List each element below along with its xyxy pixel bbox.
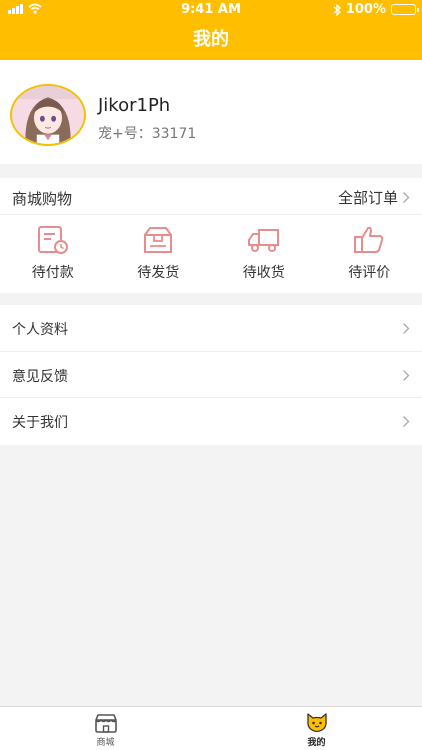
- box-icon: [144, 227, 173, 253]
- chevron-right-icon: [403, 323, 410, 334]
- page-title: 我的: [193, 29, 229, 50]
- shop-header: 商城购物 全部订单: [0, 178, 422, 215]
- avatar-image: [12, 86, 84, 144]
- menu-item-label: 个人资料: [12, 322, 68, 338]
- order-label: 待发货: [137, 265, 180, 281]
- battery-percent: 100%: [345, 2, 386, 17]
- chevron-right-icon: [403, 416, 410, 427]
- menu-item-feedback[interactable]: 意见反馈: [0, 352, 422, 398]
- order-pending-payment[interactable]: 待付款: [0, 216, 106, 293]
- tab-label: 商城: [96, 738, 115, 748]
- shop-title: 商城购物: [12, 190, 73, 208]
- menu-item-label: 关于我们: [12, 415, 68, 431]
- order-status-row: 待付款 待发货 待收货 待评价: [0, 216, 422, 293]
- nav-bar: 我的: [0, 20, 422, 60]
- tab-bar: 商城 我的: [0, 706, 422, 750]
- pet-id: 宠+号：33171: [98, 126, 197, 142]
- all-orders-label: 全部订单: [337, 189, 398, 207]
- tab-store[interactable]: 商城: [0, 707, 211, 750]
- menu-list: 个人资料 意见反馈 关于我们: [0, 305, 422, 445]
- order-label: 待付款: [31, 265, 74, 281]
- tab-mine[interactable]: 我的: [211, 707, 422, 750]
- username: Jikor1Ph: [98, 95, 171, 116]
- pending-payment-icon: [37, 226, 68, 254]
- profile-card[interactable]: Jikor1Ph 宠+号：33171: [0, 60, 422, 164]
- menu-item-about[interactable]: 关于我们: [0, 398, 422, 445]
- status-right: 100%: [333, 2, 419, 17]
- cat-face-icon: [306, 713, 327, 733]
- tab-label: 我的: [307, 738, 326, 748]
- avatar[interactable]: [10, 84, 86, 146]
- status-bar: 9:41 AM 100%: [0, 0, 422, 20]
- order-to-ship[interactable]: 待发货: [106, 216, 212, 293]
- truck-icon: [247, 229, 279, 252]
- order-to-review[interactable]: 待评价: [317, 216, 422, 293]
- chevron-right-icon: [403, 192, 410, 203]
- all-orders-link[interactable]: 全部订单: [338, 187, 410, 208]
- bluetooth-icon: [333, 3, 341, 16]
- store-icon: [94, 714, 117, 733]
- battery-icon: [391, 4, 419, 15]
- menu-item-profile[interactable]: 个人资料: [0, 305, 422, 352]
- shop-section: 商城购物 全部订单 待付款 待发货 待收货 待评价: [0, 178, 422, 293]
- order-label: 待评价: [348, 265, 391, 281]
- chevron-right-icon: [403, 369, 410, 381]
- thumbs-up-icon: [354, 226, 384, 253]
- order-to-receive[interactable]: 待收货: [211, 216, 317, 293]
- order-label: 待收货: [242, 265, 285, 281]
- menu-item-label: 意见反馈: [12, 368, 68, 385]
